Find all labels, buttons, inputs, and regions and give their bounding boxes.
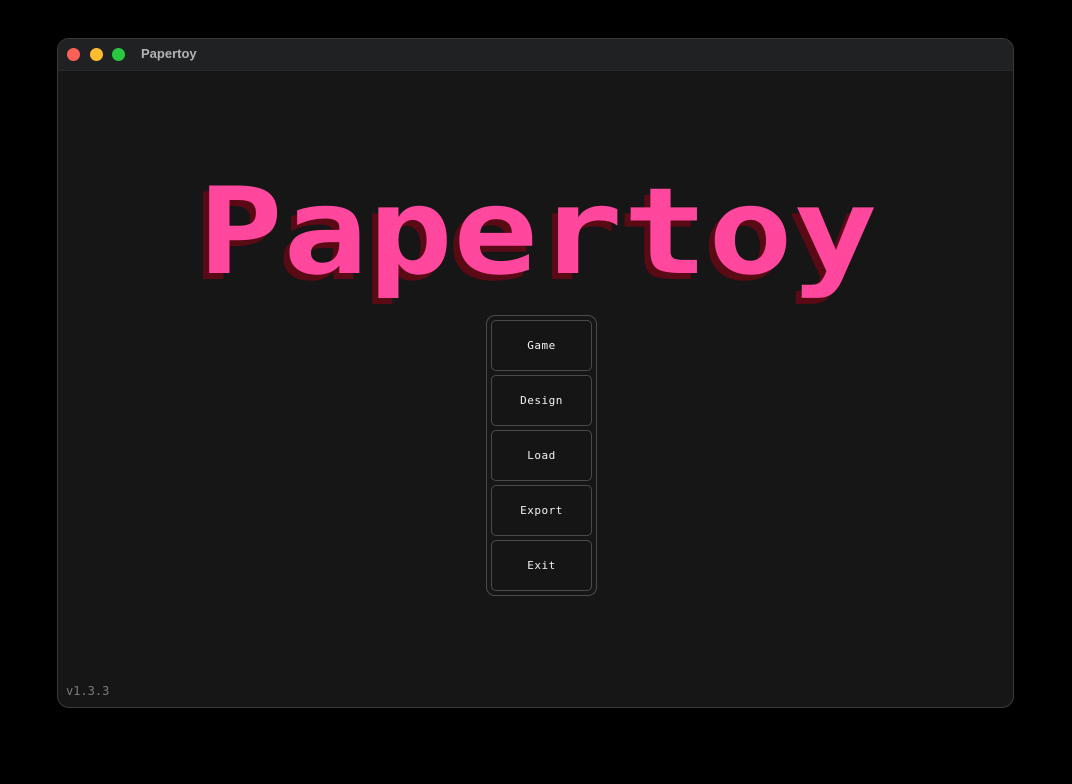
- close-window-button[interactable]: [67, 48, 80, 61]
- game-button[interactable]: Game: [491, 320, 592, 371]
- main-menu: Game Design Load Export Exit: [486, 315, 597, 596]
- export-button[interactable]: Export: [491, 485, 592, 536]
- minimize-window-button[interactable]: [90, 48, 103, 61]
- window-title: Papertoy: [141, 46, 197, 61]
- load-button[interactable]: Load: [491, 430, 592, 481]
- papertoy-logo: Papertoy Papertoy: [198, 169, 878, 308]
- logo-text: Papertoy: [198, 169, 878, 302]
- maximize-window-button[interactable]: [112, 48, 125, 61]
- title-bar[interactable]: Papertoy: [58, 39, 1013, 71]
- design-button[interactable]: Design: [491, 375, 592, 426]
- exit-button[interactable]: Exit: [491, 540, 592, 591]
- app-window: Papertoy Papertoy Papertoy Game Design L…: [57, 38, 1014, 708]
- version-label: v1.3.3: [66, 684, 110, 698]
